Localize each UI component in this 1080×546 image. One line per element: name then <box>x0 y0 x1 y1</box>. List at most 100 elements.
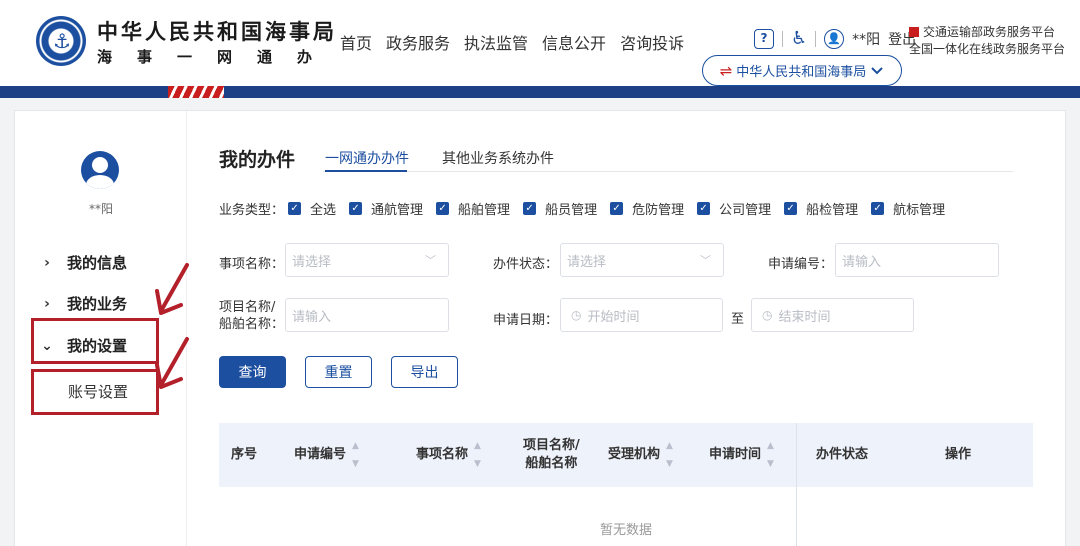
maritime-logo[interactable]: ⚓ <box>36 16 86 66</box>
checkbox-company[interactable]: ✓ 公司管理 <box>697 199 771 218</box>
clock-icon: ◷ <box>762 308 773 322</box>
nav-law-enforcement[interactable]: 执法监管 <box>464 30 528 54</box>
col-apply-time[interactable]: 申请时间 ▲ ▼ <box>709 423 774 487</box>
org-switch-select[interactable]: ⇌ 中华人民共和国海事局 <box>702 55 902 86</box>
status-label: 办件状态： <box>493 257 559 272</box>
anchor-icon: ⚓ <box>53 29 71 53</box>
user-icon[interactable]: 👤 <box>824 28 845 49</box>
checkbox-ship[interactable]: ✓ 船舶管理 <box>436 199 510 218</box>
sidebar-item-label: 我的信息 <box>67 254 128 272</box>
check-icon: ✓ <box>784 202 798 215</box>
tab-divider <box>323 171 1013 172</box>
header-stripe <box>0 86 1080 98</box>
sort-icon[interactable]: ▲ ▼ <box>474 437 481 473</box>
date-end-input[interactable]: ◷ 结束时间 <box>751 298 914 332</box>
chevron-down-icon <box>871 66 884 74</box>
check-icon: ✓ <box>523 202 537 215</box>
col-apply-no[interactable]: 申请编号 ▲ ▼ <box>294 423 359 487</box>
divider <box>782 30 783 47</box>
col-status: 办件状态 <box>816 447 869 462</box>
accessibility-icon[interactable]: ♿ <box>791 28 807 49</box>
checkbox-navigation[interactable]: ✓ 通航管理 <box>349 199 423 218</box>
table-header: 序号 申请编号 ▲ ▼ 事项名称 ▲ ▼ 项目名称/船舶名称 受理机构 ▲ ▼ 申请时间 ▲ ▼… <box>219 423 1033 487</box>
check-icon: ✓ <box>349 202 363 215</box>
check-icon: ✓ <box>436 202 450 215</box>
sort-icon[interactable]: ▲ ▼ <box>767 437 774 473</box>
red-square-icon <box>909 27 919 37</box>
sidebar: **阳 › 我的信息 › 我的业务 ⌄ 我的设置 账号设置 <box>15 111 189 546</box>
checkbox-crew[interactable]: ✓ 船员管理 <box>523 199 597 218</box>
org-title: 中华人民共和国海事局 <box>97 20 337 44</box>
chevron-down-icon: ﹀ <box>425 254 436 267</box>
check-icon: ✓ <box>610 202 624 215</box>
query-button[interactable]: 查询 <box>219 356 286 388</box>
arrow-annotation-icon <box>155 337 189 389</box>
export-button[interactable]: 导出 <box>391 356 458 388</box>
switch-arrows-icon: ⇌ <box>719 61 733 80</box>
highlight-box <box>31 318 159 364</box>
tab-one-stop[interactable]: 一网通办办件 <box>325 148 409 168</box>
platform-link-transport[interactable]: 交通运输部政务服务平台 <box>909 24 1065 41</box>
date-range-separator: 至 <box>731 312 745 327</box>
tab-other-systems[interactable]: 其他业务系统办件 <box>442 148 554 168</box>
apply-date-label: 申请日期： <box>493 313 559 328</box>
content-panel: **阳 › 我的信息 › 我的业务 ⌄ 我的设置 账号设置 我的办件 一网通办办… <box>14 110 1066 546</box>
checkbox-hazard[interactable]: ✓ 危防管理 <box>610 199 684 218</box>
divider <box>815 30 817 47</box>
application-table: 序号 申请编号 ▲ ▼ 事项名称 ▲ ▼ 项目名称/船舶名称 受理机构 ▲ ▼ 申请时间 ▲ ▼… <box>219 423 1033 546</box>
col-item-name[interactable]: 事项名称 ▲ ▼ <box>416 423 481 487</box>
project-name-input[interactable]: 请输入 <box>285 298 449 332</box>
nav-info-public[interactable]: 信息公开 <box>542 30 606 54</box>
col-index: 序号 <box>231 447 258 462</box>
chevron-right-icon: › <box>44 295 50 312</box>
col-actions: 操作 <box>945 447 972 462</box>
header-user-area: ? ♿ 👤 **阳 登出 <box>754 28 916 49</box>
checkbox-select-all[interactable]: ✓ 全选 <box>288 199 336 218</box>
highlight-box <box>31 369 159 415</box>
header-username[interactable]: **阳 <box>852 29 880 49</box>
page-title: 我的办件 <box>219 149 296 171</box>
stripe-accent <box>168 86 224 98</box>
check-icon: ✓ <box>288 202 302 215</box>
sidebar-item-label: 我的业务 <box>67 295 128 313</box>
item-name-select[interactable]: 请选择 ﹀ <box>285 243 449 277</box>
item-name-label: 事项名称： <box>219 257 285 272</box>
status-select[interactable]: 请选择 ﹀ <box>560 243 724 277</box>
site-header: ⚓ 中华人民共和国海事局 海事一网通办 首页 政务服务 执法监管 信息公开 咨询… <box>0 0 1080 86</box>
business-type-label: 业务类型： <box>219 203 285 218</box>
sidebar-item-my-business[interactable]: › 我的业务 <box>41 293 127 314</box>
platform-link-national[interactable]: 全国一体化在线政务服务平台 <box>909 41 1065 58</box>
date-start-input[interactable]: ◷ 开始时间 <box>560 298 723 332</box>
apply-no-label: 申请编号： <box>768 257 834 272</box>
avatar <box>81 151 119 189</box>
apply-no-input[interactable]: 请输入 <box>835 243 999 277</box>
col-agency[interactable]: 受理机构 ▲ ▼ <box>608 423 673 487</box>
clock-icon: ◷ <box>571 308 582 322</box>
chevron-down-icon: ﹀ <box>700 254 711 267</box>
col-project-name: 项目名称/船舶名称 <box>523 438 580 471</box>
sidebar-username: **阳 <box>88 202 113 216</box>
checkbox-inspection[interactable]: ✓ 船检管理 <box>784 199 858 218</box>
sidebar-item-my-info[interactable]: › 我的信息 <box>41 252 127 273</box>
platform-links: 交通运输部政务服务平台 全国一体化在线政务服务平台 <box>909 24 1065 58</box>
arrow-annotation-icon <box>155 263 189 315</box>
check-icon: ✓ <box>871 202 885 215</box>
main-nav: 首页 政务服务 执法监管 信息公开 咨询投诉 <box>340 30 684 54</box>
check-icon: ✓ <box>697 202 711 215</box>
checkbox-navaid[interactable]: ✓ 航标管理 <box>871 199 945 218</box>
nav-gov-service[interactable]: 政务服务 <box>386 30 450 54</box>
business-type-filter: 业务类型： ✓ 全选 ✓ 通航管理 ✓ 船舶管理 ✓ 船员管理 ✓ 危防管理 ✓ 公司管理 … <box>219 199 958 218</box>
reset-button[interactable]: 重置 <box>305 356 372 388</box>
sort-icon[interactable]: ▲ ▼ <box>352 437 359 473</box>
empty-state-text: 暂无数据 <box>599 523 652 538</box>
nav-home[interactable]: 首页 <box>340 30 372 54</box>
org-subtitle: 海事一网通办 <box>97 48 338 66</box>
chevron-right-icon: › <box>44 254 50 271</box>
help-icon[interactable]: ? <box>754 28 774 49</box>
tab-active-indicator <box>325 170 407 172</box>
org-select-label: 中华人民共和国海事局 <box>736 65 867 80</box>
project-name-label: 项目名称/船舶名称： <box>219 300 285 332</box>
nav-consult[interactable]: 咨询投诉 <box>620 30 684 54</box>
sort-icon[interactable]: ▲ ▼ <box>666 437 673 473</box>
main-content: 我的办件 一网通办办件 其他业务系统办件 业务类型： ✓ 全选 ✓ 通航管理 ✓ 船舶… <box>219 111 1059 546</box>
